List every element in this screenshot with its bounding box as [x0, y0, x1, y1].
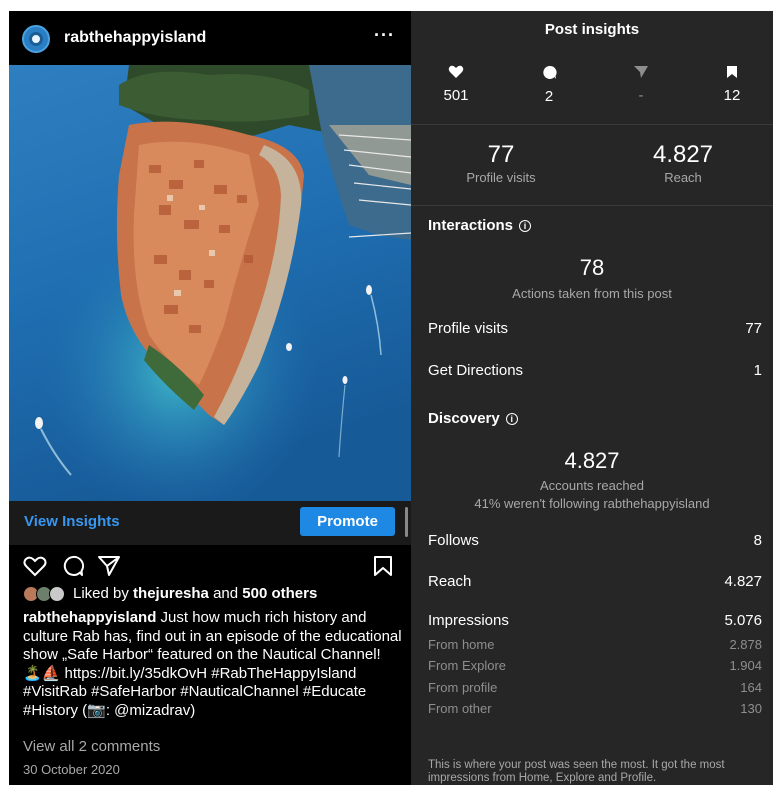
impressions-row: From Explore 1.904 [428, 658, 762, 673]
liker-avatar [49, 585, 65, 602]
caption-username[interactable]: rabthehappyisland [23, 609, 156, 626]
metric-row: Follows 8 [428, 532, 762, 549]
post-date: 30 October 2020 [23, 762, 120, 777]
impressions-row: From profile 164 [428, 680, 762, 695]
accounts-following-note: 41% weren't following rabthehappyisland [474, 496, 710, 511]
post-photo[interactable] [9, 65, 411, 501]
more-options-icon[interactable]: ··· [374, 25, 395, 46]
likes-summary: Liked by thejuresha and 500 others [23, 585, 317, 602]
info-icon[interactable]: i [519, 219, 532, 232]
share-icon[interactable] [97, 555, 121, 582]
profile-visits-summary: 77 Profile visits [466, 141, 536, 185]
bookmark-icon [727, 66, 737, 78]
post-caption: rabthehappyisland Just how much rich his… [23, 609, 403, 720]
view-comments-link[interactable]: View all 2 comments [23, 738, 160, 755]
interactions-section-title: Interactions i [428, 217, 532, 234]
impressions-row: From other 130 [428, 701, 762, 716]
metric-row: Reach 4.827 [428, 573, 762, 590]
insights-bar: View Insights Promote [9, 501, 411, 545]
likes-others-link[interactable]: 500 others [242, 585, 317, 602]
insights-footnote: This is where your post was seen the mos… [428, 759, 725, 784]
actions-label: Actions taken from this post [512, 286, 672, 301]
actions-count: 78 [579, 255, 605, 280]
heart-icon [448, 65, 464, 78]
avatar[interactable] [22, 25, 50, 53]
saves-stat: 12 [702, 65, 762, 104]
likes-stat: 501 [426, 65, 486, 104]
post-header: rabthehappyisland ··· [9, 11, 411, 65]
reach-summary: 4.827 Reach [652, 141, 714, 185]
shares-stat: - [611, 65, 671, 104]
comment-icon[interactable] [62, 555, 85, 582]
heart-icon[interactable] [23, 555, 47, 582]
share-icon [634, 66, 648, 78]
post-username[interactable]: rabthehappyisland [64, 29, 206, 47]
view-insights-link[interactable]: View Insights [24, 513, 120, 530]
insights-top-stats: 501 2 - 12 [411, 51, 773, 129]
info-icon[interactable]: i [505, 412, 518, 425]
metric-row: Get Directions 1 [428, 362, 762, 379]
post-panel: rabthehappyisland ··· View Insights Prom… [9, 11, 411, 785]
insights-title: Post insights [544, 21, 640, 38]
metric-row: Impressions 5.076 [428, 612, 762, 629]
promote-button[interactable]: Promote [300, 507, 395, 536]
impressions-row: From home 2.878 [428, 637, 762, 652]
liker-username[interactable]: thejuresha [133, 585, 209, 602]
accounts-reached-label: Accounts reached [539, 478, 645, 493]
aerial-island-image [9, 65, 411, 501]
comment-icon [542, 65, 557, 79]
accounts-reached-count: 4.827 [564, 448, 620, 473]
save-icon[interactable] [373, 555, 393, 582]
comments-stat: 2 [519, 65, 579, 105]
discovery-section-title: Discovery i [428, 410, 518, 427]
insights-panel: Post insights 501 2 - 12 77 Profile visi… [411, 11, 773, 785]
post-actions [9, 547, 411, 587]
metric-row: Profile visits 77 [428, 320, 762, 337]
scrollbar[interactable] [405, 507, 408, 537]
